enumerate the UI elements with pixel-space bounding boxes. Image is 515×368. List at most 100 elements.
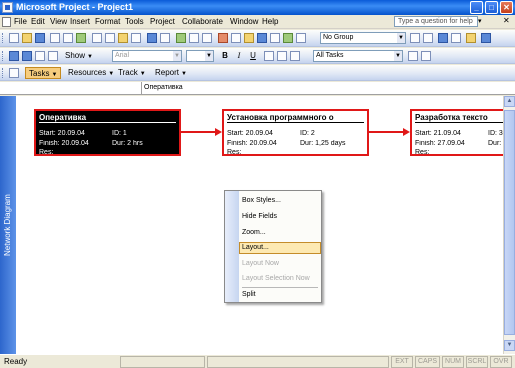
gantt-wizard-icon[interactable] (421, 51, 431, 61)
show-subtasks-icon[interactable] (35, 51, 45, 61)
assign-resources-icon[interactable] (257, 33, 267, 43)
menu-window[interactable]: Window (230, 17, 258, 26)
scrollbar-thumb[interactable] (504, 110, 515, 335)
scroll-up-icon[interactable]: ▲ (504, 96, 515, 107)
task-node-1[interactable]: Оперативка Start: 20.09.04 ID: 1 Finish:… (34, 109, 181, 156)
menu-tools[interactable]: Tools (125, 17, 144, 26)
filter-combo[interactable]: All Tasks ▼ (313, 50, 403, 62)
scroll-to-task-icon[interactable] (438, 33, 448, 43)
task-notes-icon[interactable] (244, 33, 254, 43)
maximize-button[interactable]: □ (485, 1, 498, 14)
font-combo[interactable]: Arial ▼ (112, 50, 182, 62)
copy-icon[interactable] (105, 33, 115, 43)
split-task-icon[interactable] (218, 33, 228, 43)
calendar-icon[interactable] (296, 33, 306, 43)
menu-insert[interactable]: Insert (70, 17, 90, 26)
align-right-icon[interactable] (290, 51, 300, 61)
help-dropdown-icon[interactable]: ▾ (478, 16, 486, 27)
zoom-out-icon[interactable] (423, 33, 433, 43)
show-dropdown[interactable]: Show ▼ (62, 50, 96, 62)
task-node-resources: Res: (227, 149, 242, 156)
print-preview-icon[interactable] (63, 33, 73, 43)
print-icon[interactable] (50, 33, 60, 43)
chevron-down-icon[interactable]: ▼ (397, 33, 405, 43)
menu-collaborate[interactable]: Collaborate (182, 17, 223, 26)
zoom-in-icon[interactable] (410, 33, 420, 43)
bold-button[interactable]: B (220, 51, 230, 61)
underline-button[interactable]: U (248, 51, 258, 61)
menu-item-split[interactable]: Split (242, 291, 256, 298)
copy-picture-icon[interactable] (283, 33, 293, 43)
close-button[interactable]: ✕ (500, 1, 513, 14)
vertical-scrollbar[interactable]: ▲ ▼ (503, 96, 515, 354)
new-icon[interactable] (9, 33, 19, 43)
indent-icon[interactable] (22, 51, 32, 61)
paste-icon[interactable] (118, 33, 128, 43)
group-by-combo[interactable]: No Group ▼ (320, 32, 406, 44)
font-size-combo[interactable]: ▼ (186, 50, 214, 62)
hide-subtasks-icon[interactable] (48, 51, 58, 61)
document-icon[interactable] (2, 17, 11, 27)
task-node-3[interactable]: Разработка тексто Start: 21.09.04 ID: 3 … (410, 109, 510, 156)
tasks-guide-label: Tasks (29, 69, 50, 78)
resources-guide-button[interactable]: Resources ▼ (65, 67, 117, 79)
task-information-icon[interactable] (231, 33, 241, 43)
redo-icon[interactable] (160, 33, 170, 43)
publish-icon[interactable] (270, 33, 280, 43)
scroll-down-icon[interactable]: ▼ (504, 340, 515, 351)
task-node-duration: Dur: 2 hrs (112, 140, 143, 147)
insert-hyperlink-icon[interactable] (176, 33, 186, 43)
menu-item-hide-fields[interactable]: Hide Fields (242, 213, 277, 220)
menu-file[interactable]: File (14, 17, 27, 26)
open-icon[interactable] (22, 33, 32, 43)
track-guide-button[interactable]: Track ▼ (115, 67, 149, 79)
entry-bar[interactable]: Оперативка (0, 82, 515, 95)
format-painter-icon[interactable] (131, 33, 141, 43)
customize-icon[interactable] (481, 33, 491, 43)
outdent-icon[interactable] (9, 51, 19, 61)
toolbar-options-icon[interactable] (466, 33, 476, 43)
tasks-guide-button[interactable]: Tasks ▼ (25, 67, 62, 79)
toolbar-grip[interactable] (2, 33, 5, 43)
autofilter-icon[interactable] (408, 51, 418, 61)
italic-button[interactable]: I (234, 51, 244, 61)
cut-icon[interactable] (92, 33, 102, 43)
task-node-2[interactable]: Установка программного о Start: 20.09.04… (222, 109, 369, 156)
dependency-link (181, 131, 215, 133)
menu-item-zoom[interactable]: Zoom... (242, 229, 266, 236)
arrow-right-icon (215, 128, 222, 136)
undo-icon[interactable] (147, 33, 157, 43)
menu-edit[interactable]: Edit (31, 17, 45, 26)
entry-bar-value[interactable]: Оперативка (144, 84, 183, 91)
menu-item-box-styles[interactable]: Box Styles... (242, 197, 281, 204)
task-node-name: Разработка тексто (415, 113, 507, 123)
menu-project[interactable]: Project (150, 17, 175, 26)
chevron-down-icon[interactable]: ▼ (205, 51, 213, 61)
document-close-icon[interactable]: ✕ (503, 16, 510, 25)
unlink-tasks-icon[interactable] (202, 33, 212, 43)
save-icon[interactable] (35, 33, 45, 43)
project-app-icon[interactable] (2, 2, 13, 13)
report-guide-button[interactable]: Report ▼ (152, 67, 190, 79)
chevron-down-icon[interactable]: ▼ (173, 51, 181, 61)
group-by-value: No Group (323, 34, 354, 41)
project-guide-icon[interactable] (9, 68, 19, 78)
help-search-input[interactable]: Type a question for help (394, 16, 478, 27)
minimize-button[interactable]: _ (470, 1, 483, 14)
toolbar-grip[interactable] (2, 51, 5, 61)
spelling-icon[interactable] (76, 33, 86, 43)
track-guide-label: Track (118, 68, 138, 77)
toolbar-grip[interactable] (2, 68, 5, 78)
menu-view[interactable]: View (50, 17, 67, 26)
ext-indicator: EXT (391, 356, 413, 368)
menu-item-layout[interactable]: Layout... (239, 242, 321, 254)
link-tasks-icon[interactable] (189, 33, 199, 43)
align-center-icon[interactable] (277, 51, 287, 61)
help-icon[interactable] (451, 33, 461, 43)
menu-item-layout-selection-now: Layout Selection Now (242, 275, 310, 282)
chevron-down-icon[interactable]: ▼ (394, 51, 402, 61)
menu-format[interactable]: Format (95, 17, 120, 26)
view-bar[interactable]: Network Diagram (0, 96, 16, 354)
menu-help[interactable]: Help (262, 17, 278, 26)
align-left-icon[interactable] (264, 51, 274, 61)
